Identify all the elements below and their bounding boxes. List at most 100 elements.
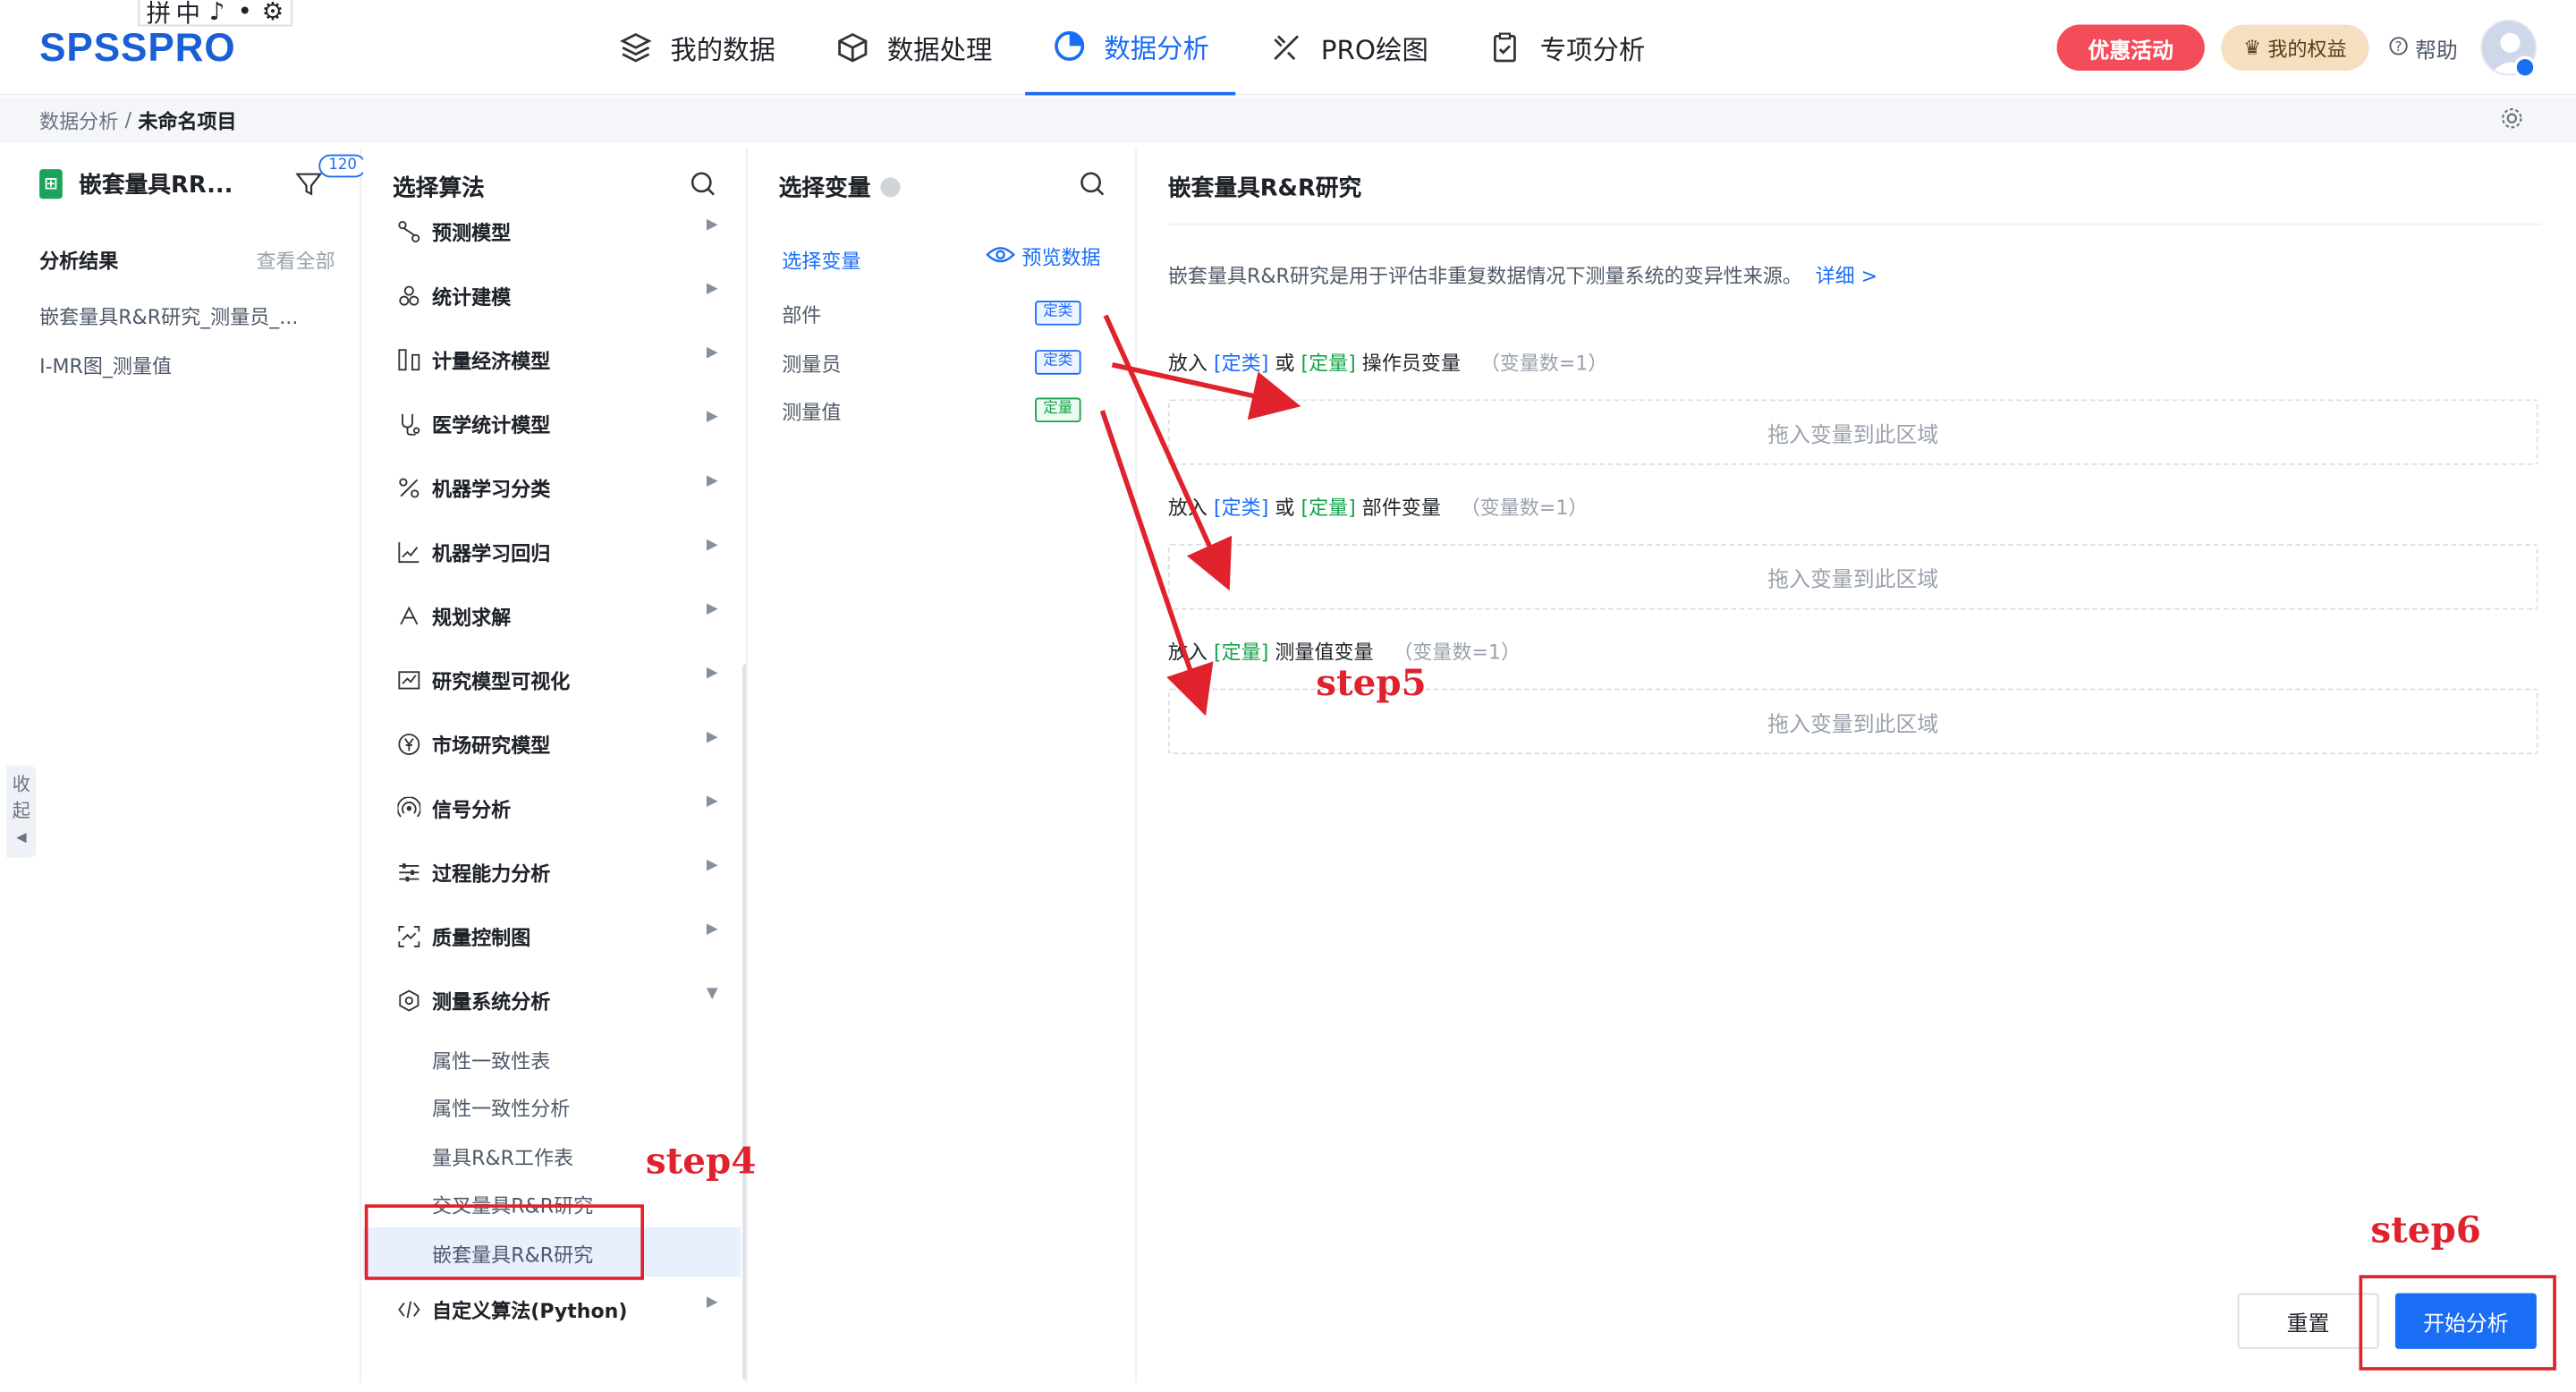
- help-icon[interactable]: [880, 177, 901, 198]
- slot-name: 测量值变量: [1275, 641, 1374, 665]
- variable-item[interactable]: 部件 定类: [782, 301, 1081, 328]
- chevron-right-icon: ▶: [706, 729, 718, 746]
- ime-dot[interactable]: •: [233, 0, 257, 26]
- result-item[interactable]: I-MR图_测量值: [39, 352, 172, 379]
- variable-item[interactable]: 测量值 定量: [782, 397, 1081, 425]
- slot-count: （变量数=1）: [1393, 641, 1521, 665]
- ime-settings[interactable]: ⚙: [261, 0, 284, 26]
- scrollbar[interactable]: [742, 664, 746, 1380]
- result-item[interactable]: 嵌套量具R&R研究_测量员_...: [39, 302, 298, 330]
- nav-label: PRO绘图: [1320, 34, 1428, 66]
- view-all-link[interactable]: 查看全部: [256, 247, 335, 275]
- sub-algorithm[interactable]: 量具R&R工作表: [432, 1143, 573, 1171]
- algorithm-category[interactable]: 预测模型 ▶: [396, 214, 718, 250]
- algorithm-category[interactable]: 医学统计模型 ▶: [396, 406, 718, 442]
- chevron-right-icon: ▶: [706, 216, 718, 233]
- algorithm-category[interactable]: 过程能力分析 ▶: [396, 854, 718, 890]
- algorithm-category-label: 自定义算法(Python): [432, 1298, 628, 1322]
- algorithm-category[interactable]: 机器学习回归 ▶: [396, 534, 718, 570]
- variable-name: 部件: [782, 303, 822, 327]
- sub-algorithm[interactable]: 属性一致性表: [432, 1047, 550, 1074]
- step4-label: step4: [645, 1140, 757, 1184]
- slot-prefix: 放入: [1167, 352, 1208, 375]
- nav-my-data[interactable]: 我的数据: [591, 0, 801, 96]
- preview-data-button[interactable]: 预览数据: [986, 243, 1101, 271]
- chevron-down-icon: ▼: [706, 986, 718, 1003]
- algorithm-category[interactable]: 统计建模 ▶: [396, 277, 718, 313]
- collapse-panel-button[interactable]: 收 起 ◀: [6, 765, 37, 858]
- help-link[interactable]: ? 帮助: [2389, 33, 2458, 64]
- detail-link[interactable]: 详细 >: [1816, 265, 1878, 288]
- sliders-icon: [396, 860, 422, 886]
- caret-left-icon: ◀: [16, 829, 27, 845]
- ime-pinyin[interactable]: 拼: [146, 0, 171, 29]
- select-variables-label: 选择变量: [782, 250, 861, 273]
- nav-data-analysis[interactable]: 数据分析: [1025, 0, 1236, 96]
- algorithm-category[interactable]: 市场研究模型 ▶: [396, 726, 718, 762]
- chevron-right-icon: ▶: [706, 921, 718, 938]
- main-nav: 我的数据 数据处理 数据分析 PRO绘图 专项分析: [591, 0, 1678, 96]
- filter-icon[interactable]: [295, 171, 323, 204]
- sub-algorithm[interactable]: 属性一致性分析: [432, 1094, 570, 1122]
- reset-button[interactable]: 重置: [2237, 1293, 2379, 1349]
- nav-pro-drawing[interactable]: PRO绘图: [1242, 0, 1455, 96]
- slot-count: （变量数=1）: [1479, 352, 1608, 375]
- nav-special-analysis[interactable]: 专项分析: [1462, 0, 1672, 96]
- my-rights-button[interactable]: ♛ 我的权益: [2221, 24, 2369, 71]
- bars-icon: [396, 347, 422, 373]
- algorithm-category[interactable]: 机器学习分类 ▶: [396, 470, 718, 505]
- page: 拼 中 ♪ • ⚙ SPSSPRO 我的数据 数据处理 数据分析 PRO绘图 专…: [0, 0, 2576, 1392]
- algorithm-category-label: 机器学习分类: [432, 477, 551, 501]
- search-icon[interactable]: [690, 171, 716, 204]
- chevron-right-icon: ▶: [706, 1294, 718, 1311]
- variables-panel: 选择变量 选择变量 预览数据 部件 定类 测量员 定类 测量值 定量: [749, 148, 1137, 1384]
- chevron-right-icon: ▶: [706, 665, 718, 683]
- search-icon[interactable]: [1080, 171, 1106, 204]
- algorithm-category-expanded[interactable]: 测量系统分析 ▼: [396, 982, 718, 1018]
- algorithm-category-label: 计量经济模型: [432, 349, 551, 373]
- nav-data-processing[interactable]: 数据处理: [809, 0, 1019, 96]
- algorithm-category-label: 过程能力分析: [432, 862, 551, 886]
- part-dropzone[interactable]: 拖入变量到此区域: [1167, 543, 2538, 610]
- algorithm-category[interactable]: 自定义算法(Python) ▶: [396, 1292, 718, 1328]
- step4-highlight-box: [364, 1204, 644, 1280]
- algorithm-category-label: 信号分析: [432, 797, 512, 821]
- chevron-right-icon: ▶: [706, 281, 718, 298]
- promo-button[interactable]: 优惠活动: [2056, 24, 2205, 71]
- algorithm-panel-title: 选择算法: [392, 175, 485, 202]
- variables-panel-title: 选择变量: [779, 171, 901, 204]
- slot-tag-numeric: [定量]: [1301, 496, 1356, 520]
- variables-title-text: 选择变量: [778, 175, 871, 202]
- shield-gear-icon: [396, 988, 422, 1014]
- regression-icon: [396, 539, 422, 564]
- results-title: 分析结果: [39, 250, 119, 273]
- question-icon: ?: [2389, 35, 2409, 61]
- nav-label: 数据分析: [1104, 32, 1209, 64]
- spsspro-logo[interactable]: SPSSPRO: [39, 26, 236, 72]
- results-header: 分析结果 查看全部: [39, 247, 335, 275]
- algorithm-category[interactable]: 信号分析 ▶: [396, 790, 718, 826]
- project-title[interactable]: ⊞ 嵌套量具RR...: [39, 167, 233, 200]
- algorithm-category[interactable]: 研究模型可视化 ▶: [396, 662, 718, 698]
- gear-icon[interactable]: [2500, 106, 2523, 134]
- algorithm-panel: 选择算法 预测模型 ▶ 统计建模 ▶ 计量经济模型 ▶ 医学统计模型 ▶ 机器学…: [362, 148, 748, 1384]
- clipboard-icon: [1487, 30, 1523, 65]
- algorithm-category[interactable]: 规划求解 ▶: [396, 598, 718, 634]
- operator-dropzone[interactable]: 拖入变量到此区域: [1167, 399, 2538, 465]
- line-chart-icon: [396, 667, 422, 693]
- ime-chinese[interactable]: 中: [176, 0, 201, 29]
- breadcrumb-parent[interactable]: 数据分析: [39, 106, 118, 133]
- algorithm-category-label: 规划求解: [432, 605, 512, 629]
- help-label: 帮助: [2414, 39, 2458, 64]
- planning-icon: [396, 603, 422, 629]
- algorithm-category[interactable]: 计量经济模型 ▶: [396, 342, 718, 378]
- algorithm-category[interactable]: 质量控制图 ▶: [396, 919, 718, 955]
- algorithm-category-label: 研究模型可视化: [432, 669, 571, 693]
- variable-name: 测量员: [782, 352, 842, 377]
- method-description-text: 嵌套量具R&R研究是用于评估非重复数据情况下测量系统的变异性来源。: [1167, 264, 1802, 288]
- draw-tools-icon: [1268, 30, 1304, 65]
- ime-music[interactable]: ♪: [206, 0, 229, 26]
- variable-type-tag: 定量: [1035, 397, 1081, 423]
- slot-prefix: 放入: [1167, 496, 1208, 520]
- variable-item[interactable]: 测量员 定类: [782, 350, 1081, 378]
